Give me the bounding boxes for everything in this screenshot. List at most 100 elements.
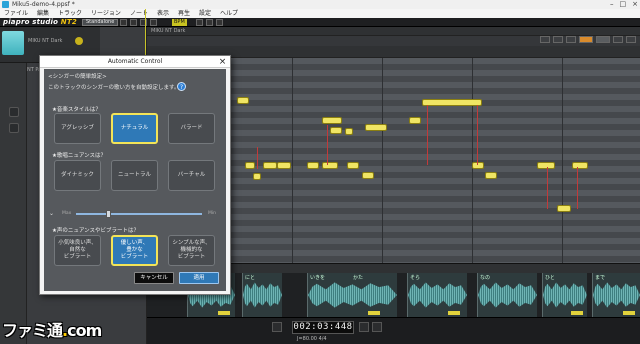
maximize-button[interactable]: □ [620,0,627,9]
tool-vel-button[interactable] [613,36,623,43]
nuance-slider[interactable]: ⌄ Max Min [48,210,224,218]
menu-file[interactable]: ファイル [4,9,28,18]
menu-bar: ファイル 編集 トラック リージョン ノート 表示 再生 設定 ヘルプ [0,9,640,18]
scissors-icon[interactable] [566,36,576,43]
vibrato-section-label: ★声のニュアンスやビブラートは？ [52,228,139,234]
style-section-label: ★音楽スタイルは？ [52,107,101,113]
line-tool-icon[interactable] [150,19,157,26]
vibrato-gentle-button[interactable]: 優しい声、 豊かな ビブラート [111,235,158,266]
snap-icon[interactable] [206,19,213,26]
dialog-subtitle: このトラックのシンガーの歌い方を自動設定します。 [48,85,180,91]
grid-icon[interactable] [196,19,203,26]
pencil-tool-icon[interactable] [130,19,137,26]
menu-edit[interactable]: 編集 [37,9,49,18]
wave-region[interactable]: ひと [542,273,587,317]
menu-play[interactable]: 再生 [178,9,190,18]
nuance-section-label: ★歌唱ニュアンスは？ [52,153,106,159]
menu-settings[interactable]: 設定 [199,9,211,18]
close-window-button[interactable]: × [632,0,638,9]
nuance-neutral-button[interactable]: ニュートラル [111,160,158,191]
pitch-curve [427,105,428,165]
slider-thumb[interactable] [105,210,111,218]
window-controls: – □ × [610,0,638,9]
wave-lyric: そら [410,275,421,281]
slider-track[interactable] [76,213,202,215]
time-display: 002:03:448 [292,321,354,334]
singer-avatar [2,31,24,55]
tool-pit-button[interactable] [626,36,636,43]
wave-region[interactable]: そら [407,273,467,317]
play-icon[interactable] [359,322,369,332]
note[interactable] [472,162,484,169]
nuance-virtual-button[interactable]: バーチャル [168,160,215,191]
parameter-icon[interactable] [9,107,19,117]
menu-track[interactable]: トラック [58,9,82,18]
chevron-down-icon[interactable]: ⌄ [49,210,54,217]
menu-help[interactable]: ヘルプ [220,9,238,18]
menu-view[interactable]: 表示 [157,9,169,18]
wave-lyric: なの [480,275,491,281]
style-natural-button[interactable]: ナチュラル [111,113,158,144]
note[interactable] [347,162,359,169]
pitch-curve [477,105,478,165]
select-tool-icon[interactable] [120,19,127,26]
style-ballad-button[interactable]: バラード [168,113,215,144]
minimize-button[interactable]: – [610,0,614,9]
mic-icon[interactable] [216,19,223,26]
note[interactable] [422,99,482,106]
note[interactable] [322,117,342,124]
note[interactable] [330,127,342,134]
tempo-display: J=80.00 4/4 [297,336,327,342]
note[interactable] [307,162,319,169]
zoom-in-icon[interactable] [540,36,550,43]
note[interactable] [237,97,249,104]
pitch-curve [577,167,578,209]
edition-badge[interactable]: Standalone [82,19,119,26]
apply-button[interactable]: 適用 [179,272,219,284]
wave-region[interactable]: なの [477,273,537,317]
zoom-out-icon[interactable] [553,36,563,43]
note[interactable] [245,162,255,169]
bpm-button[interactable]: BPM [172,19,187,26]
dialog-title: Automatic Control [40,56,230,68]
wave-flag [571,311,583,315]
wave-flag [448,311,460,315]
note[interactable] [557,205,571,212]
note[interactable] [322,162,338,169]
close-icon[interactable]: × [218,56,227,68]
note[interactable] [253,173,261,180]
watermark-logo: ファミ通.com [2,321,102,340]
bar-line [292,58,293,263]
editor-header: MIKU NT Dark [147,27,640,36]
waveform [593,282,640,308]
wave-region[interactable]: にと [242,273,282,317]
note[interactable] [263,162,277,169]
note[interactable] [365,124,387,131]
wave-region[interactable]: まで [592,273,640,317]
waveform [543,282,587,308]
note[interactable] [537,162,555,169]
stop-icon[interactable] [372,322,382,332]
vibrato-mechanical-button[interactable]: シンプルな声、 機械的な ビブラート [168,235,215,266]
window-title: Miku5-demo-4.ppsf * [12,1,75,8]
style-aggressive-button[interactable]: アグレッシブ [54,113,101,144]
vertical-sidebar [0,63,27,344]
note[interactable] [277,162,291,169]
wave-region[interactable]: いきを かた [307,273,397,317]
note[interactable] [362,172,374,179]
tool-dyn-button[interactable] [596,36,610,43]
nuance-dynamic-button[interactable]: ダイナミック [54,160,101,191]
cancel-button[interactable]: キャンセル [134,272,174,284]
note[interactable] [345,128,353,135]
note[interactable] [485,172,497,179]
menu-region[interactable]: リージョン [91,9,121,18]
vocal-icon[interactable] [9,123,19,133]
rewind-icon[interactable] [272,322,282,332]
note[interactable] [409,117,421,124]
note[interactable] [572,162,588,169]
vibrato-natural-button[interactable]: 小気味良い声、 自然な ビブラート [54,235,101,266]
window-titlebar: Miku5-demo-4.ppsf * – □ × [0,0,640,9]
volume-knob[interactable] [75,37,83,45]
help-icon[interactable]: ? [177,82,186,91]
tool-note-button[interactable] [579,36,593,43]
